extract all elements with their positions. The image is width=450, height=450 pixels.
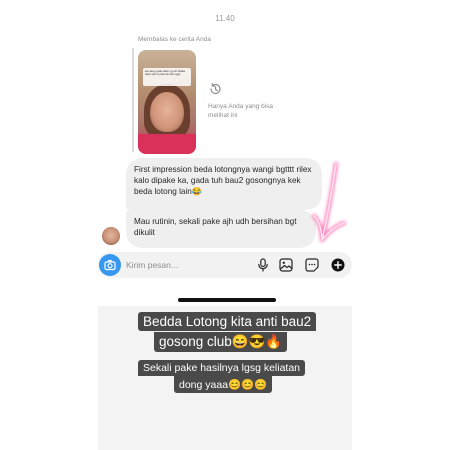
caption-line: dong yaaa😊😊😊 xyxy=(174,376,273,393)
reply-quote-bar xyxy=(132,48,134,152)
home-indicator xyxy=(178,298,276,302)
story-shirt xyxy=(138,134,196,154)
gallery-icon[interactable] xyxy=(279,258,293,272)
visibility-note: Hanya Anda yang bisa melihat ini xyxy=(208,103,274,119)
message-input[interactable] xyxy=(126,257,246,273)
caption-line: Sekali pake hasilnya lgsg keliatan xyxy=(138,360,306,376)
camera-button[interactable] xyxy=(99,254,121,276)
camera-icon xyxy=(104,259,116,271)
story-text: kek ada yg pake sabun yg udh dipake sabu… xyxy=(143,68,191,86)
history-icon xyxy=(210,83,221,95)
status-time: 11.40 xyxy=(215,14,235,23)
message-bubble[interactable]: First impression beda lotongnya wangi bg… xyxy=(126,158,322,210)
story-thumbnail[interactable]: kek ada yg pake sabun yg udh dipake sabu… xyxy=(138,50,196,154)
caption-line: Bedda Lotong kita anti bau2 xyxy=(138,312,317,331)
down-arrow-icon xyxy=(312,162,346,242)
microphone-icon[interactable] xyxy=(256,258,270,272)
caption-line: gosong club😄😎🔥 xyxy=(154,332,288,352)
message-bubble[interactable]: Mau rutinin, sekali pake ajh udh bersiha… xyxy=(126,210,316,248)
sticker-icon[interactable] xyxy=(305,258,319,272)
dm-screen: 11.40 Membalas ke cerita Anda kek ada yg… xyxy=(98,0,352,450)
sender-avatar[interactable] xyxy=(102,227,120,245)
story-face xyxy=(150,92,184,132)
message-composer xyxy=(98,252,352,278)
reply-label: Membalas ke cerita Anda xyxy=(138,36,211,43)
plus-icon[interactable] xyxy=(331,258,345,272)
